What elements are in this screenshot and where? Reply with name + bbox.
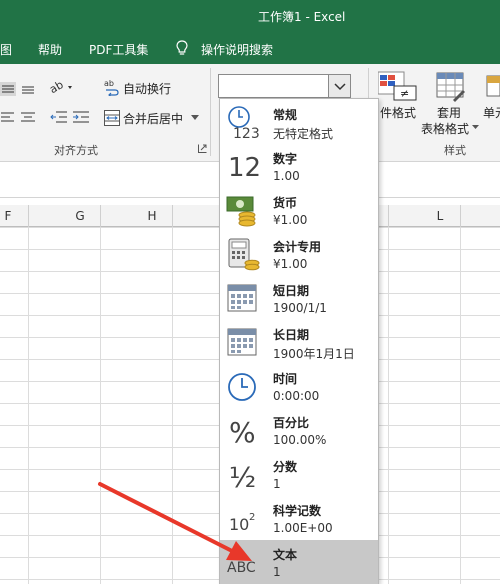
align-center-icon[interactable] xyxy=(20,110,36,124)
column-header-h[interactable]: H xyxy=(116,209,188,223)
menu-pdf-tools[interactable]: PDF工具集 xyxy=(89,41,148,58)
format-sample: 1.00 xyxy=(273,169,300,183)
column-header-g[interactable]: G xyxy=(44,209,116,223)
format-name: 时间 xyxy=(273,372,298,386)
number-12-icon: 12 xyxy=(228,153,261,183)
format-sample: ¥1.00 xyxy=(273,213,308,227)
percent-icon: % xyxy=(229,416,256,447)
number-format-dropdown-button[interactable] xyxy=(328,75,350,97)
svg-text:12: 12 xyxy=(228,153,261,183)
group-separator xyxy=(210,68,211,156)
accounting-icon xyxy=(228,238,260,271)
scientific-icon: 10 2 xyxy=(229,512,255,534)
clock-123-icon: 123 xyxy=(228,106,260,139)
format-name: 会计专用 xyxy=(273,240,322,254)
format-sample: 1 xyxy=(273,565,281,579)
format-sample: 无特定格式 xyxy=(273,127,334,141)
format-name: 百分比 xyxy=(273,416,310,430)
dialog-launcher-icon[interactable] xyxy=(198,144,207,153)
svg-text:ab: ab xyxy=(104,79,114,88)
table-format-chevron-icon[interactable] xyxy=(472,125,479,130)
format-sample: 100.00% xyxy=(273,433,327,447)
cell-styles-button[interactable]: 单元 xyxy=(483,104,500,121)
format-option-currency[interactable]: 货币 ¥1.00 xyxy=(220,188,378,232)
column-divider xyxy=(172,205,173,227)
merge-center-button[interactable]: 合并后居中 xyxy=(123,110,183,127)
svg-text:2: 2 xyxy=(249,512,255,523)
svg-text:½: ½ xyxy=(229,461,256,491)
column-divider xyxy=(28,205,29,227)
svg-text:ABC: ABC xyxy=(227,560,256,576)
format-option-scientific[interactable]: 10 2 科学记数 1.00E+00 xyxy=(220,496,378,540)
title-bar: 工作簿1 - Excel xyxy=(0,0,500,32)
merge-center-icon[interactable] xyxy=(104,110,120,126)
format-sample: 1 xyxy=(273,477,281,491)
format-option-general[interactable]: 123 常规 无特定格式 xyxy=(220,100,378,144)
format-option-accounting[interactable]: 会计专用 ¥1.00 xyxy=(220,232,378,276)
menu-help[interactable]: 帮助 xyxy=(38,41,62,58)
format-name: 常规 xyxy=(273,108,298,122)
chevron-down-icon xyxy=(334,83,346,91)
table-format-line2[interactable]: 表格格式 xyxy=(421,120,469,137)
number-format-combo[interactable] xyxy=(218,74,351,98)
decrease-indent-icon[interactable] xyxy=(50,110,68,124)
column-header-l[interactable]: L xyxy=(404,209,476,223)
format-name: 文本 xyxy=(273,548,298,562)
format-option-short-date[interactable]: 短日期 1900/1/1 xyxy=(220,276,378,320)
wrap-text-icon[interactable]: ab xyxy=(104,78,120,96)
format-option-long-date[interactable]: 长日期 1900年1月1日 xyxy=(220,320,378,364)
styles-group-label: 样式 xyxy=(444,144,466,157)
merge-dropdown-chevron-icon[interactable] xyxy=(191,115,199,121)
alignment-group-label: 对齐方式 xyxy=(54,144,98,157)
svg-text:≠: ≠ xyxy=(400,87,409,100)
column-divider xyxy=(100,205,101,227)
align-top-icon[interactable] xyxy=(0,82,16,96)
format-name: 货币 xyxy=(273,196,298,210)
format-option-time[interactable]: 时间 0:00:00 xyxy=(220,364,378,408)
format-option-number[interactable]: 12 数字 1.00 xyxy=(220,144,378,188)
format-sample: 1.00E+00 xyxy=(273,521,333,535)
increase-indent-icon[interactable] xyxy=(72,110,90,124)
wrap-text-button[interactable]: 自动换行 xyxy=(123,80,171,97)
format-name: 科学记数 xyxy=(273,504,322,518)
calendar-icon xyxy=(227,328,257,356)
format-name: 短日期 xyxy=(273,284,310,298)
format-option-text[interactable]: ABC 文本 1 xyxy=(220,540,378,584)
lightbulb-icon xyxy=(176,40,188,55)
clock-icon xyxy=(228,373,256,401)
table-format-line1[interactable]: 套用 xyxy=(437,104,461,121)
format-sample: ¥1.00 xyxy=(273,257,308,271)
format-sample: 0:00:00 xyxy=(273,389,320,403)
currency-icon xyxy=(226,196,256,227)
format-name: 分数 xyxy=(273,460,298,474)
format-name: 长日期 xyxy=(273,328,310,342)
format-sample: 1900/1/1 xyxy=(273,301,327,315)
table-format-icon[interactable] xyxy=(436,72,466,102)
column-divider xyxy=(460,205,461,227)
format-sample: 1900年1月1日 xyxy=(273,347,355,361)
svg-text:ab: ab xyxy=(50,78,66,96)
abc-icon: ABC xyxy=(227,560,256,576)
column-divider xyxy=(388,205,389,227)
align-left-icon[interactable] xyxy=(0,110,16,124)
cell-styles-icon[interactable] xyxy=(486,74,500,102)
number-format-dropdown: 123 常规 无特定格式 12 数字 1.00 货币 ¥1.00 会计专用 ¥1… xyxy=(219,98,379,584)
fraction-icon: ½ xyxy=(229,461,256,491)
window-title: 工作簿1 - Excel xyxy=(258,10,346,24)
align-bottom-icon[interactable] xyxy=(20,82,36,96)
menu-view[interactable]: 图 xyxy=(0,41,12,58)
svg-text:10: 10 xyxy=(229,515,249,534)
format-option-fraction[interactable]: ½ 分数 1 xyxy=(220,452,378,496)
menu-bar: 图 帮助 PDF工具集 操作说明搜索 xyxy=(0,32,500,64)
conditional-format-icon[interactable]: ≠ xyxy=(378,70,418,102)
svg-text:%: % xyxy=(229,416,256,447)
format-option-percentage[interactable]: % 百分比 100.00% xyxy=(220,408,378,452)
tell-me-search[interactable]: 操作说明搜索 xyxy=(201,41,273,58)
calendar-icon xyxy=(227,284,257,312)
format-name: 数字 xyxy=(273,152,298,166)
orientation-icon[interactable]: ab xyxy=(50,78,76,96)
svg-text:123: 123 xyxy=(233,126,260,139)
column-header-f[interactable]: F xyxy=(0,209,44,223)
conditional-format-button[interactable]: 件格式 xyxy=(380,104,416,121)
